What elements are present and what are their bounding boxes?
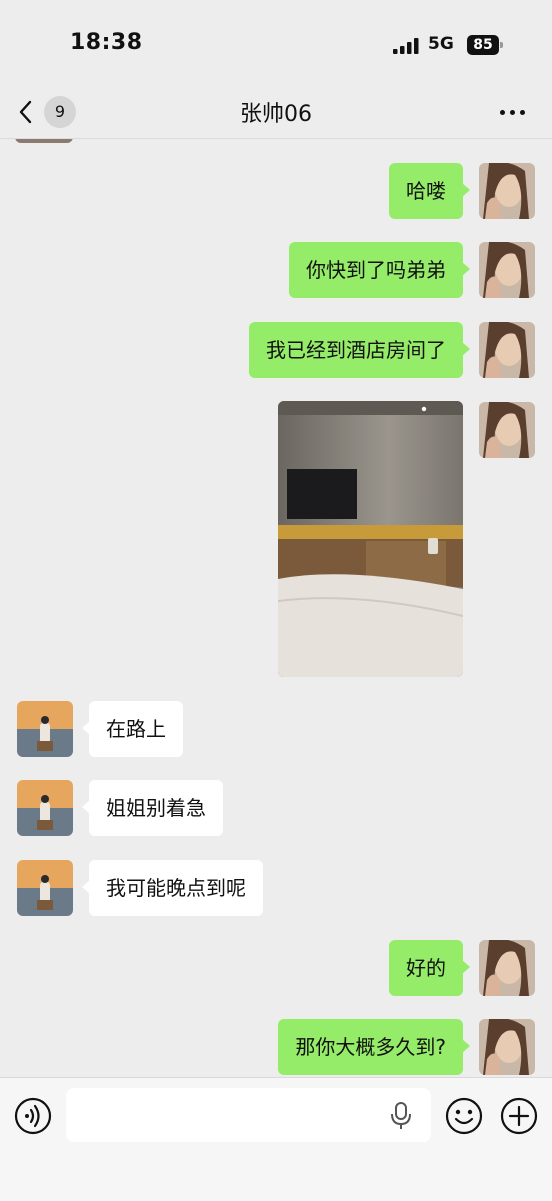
my-avatar[interactable] <box>479 242 535 298</box>
outgoing-message-bubble[interactable]: 哈喽 <box>389 163 470 219</box>
voice-mode-icon[interactable] <box>14 1097 52 1135</box>
contact-avatar[interactable] <box>17 780 73 836</box>
incoming-message-bubble[interactable]: 姐姐别着急 <box>82 780 223 836</box>
my-avatar[interactable] <box>479 163 535 219</box>
partial-avatar <box>15 139 73 143</box>
outgoing-message-bubble[interactable]: 你快到了吗弟弟 <box>289 242 470 298</box>
incoming-message-bubble[interactable]: 我可能晚点到呢 <box>82 860 263 916</box>
my-avatar[interactable] <box>479 402 535 458</box>
message-list[interactable]: 哈喽 你快到了吗弟弟 我已经到酒店房间了 在路上 姐姐别着急 我可能晚点到呢 好… <box>0 139 552 1077</box>
input-bar <box>0 1077 552 1201</box>
my-avatar[interactable] <box>479 322 535 378</box>
status-bar: 18:38 5G 85 <box>0 0 552 88</box>
battery-icon: 85 <box>467 35 503 55</box>
emoji-icon[interactable] <box>445 1097 483 1135</box>
outgoing-message-bubble[interactable]: 我已经到酒店房间了 <box>249 322 470 378</box>
contact-avatar[interactable] <box>17 860 73 916</box>
cellular-signal-icon <box>393 38 419 54</box>
outgoing-message-bubble[interactable]: 好的 <box>389 940 470 996</box>
incoming-message-bubble[interactable]: 在路上 <box>82 701 183 757</box>
microphone-icon[interactable] <box>390 1102 412 1130</box>
message-input[interactable] <box>66 1088 431 1142</box>
my-avatar[interactable] <box>479 940 535 996</box>
battery-level: 85 <box>467 35 499 55</box>
plus-icon[interactable] <box>500 1097 538 1135</box>
my-avatar[interactable] <box>479 1019 535 1075</box>
chat-title: 张帅06 <box>240 102 312 127</box>
more-options-button[interactable] <box>497 98 529 126</box>
contact-avatar[interactable] <box>17 701 73 757</box>
status-time: 18:38 <box>70 30 143 55</box>
network-type: 5G <box>428 34 454 54</box>
hotel-room-photo[interactable] <box>278 401 463 677</box>
chat-header: 9 张帅06 <box>0 88 552 139</box>
outgoing-message-bubble[interactable]: 那你大概多久到? <box>278 1019 470 1075</box>
